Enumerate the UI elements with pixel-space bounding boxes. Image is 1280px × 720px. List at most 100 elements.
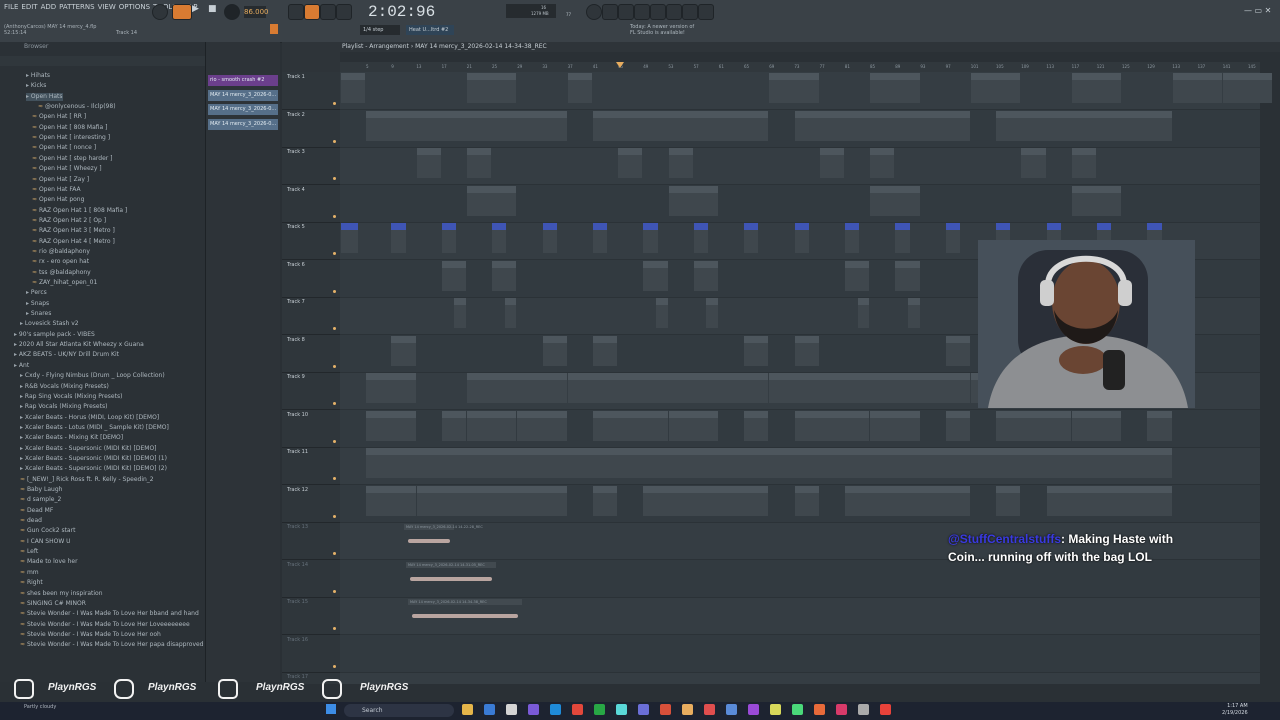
taskbar-app-icon[interactable] — [506, 704, 517, 715]
pattern-clip[interactable] — [794, 335, 819, 366]
browser-file[interactable]: ≈ Open Hat [ Zay ] — [32, 176, 89, 184]
pattern-clip[interactable] — [870, 185, 920, 216]
pattern-clip[interactable] — [542, 223, 557, 253]
browser-file[interactable]: ≈ Stevie Wonder - I Was Made To Love Her… — [20, 641, 205, 649]
close-icon[interactable] — [602, 4, 618, 20]
pattern-clip[interactable] — [416, 148, 441, 178]
wait-record-icon[interactable] — [304, 4, 320, 20]
pattern-clip[interactable] — [593, 485, 618, 516]
taskbar-search[interactable]: Search — [344, 704, 454, 717]
browser-file[interactable]: ≈ [_NEW!_] Rick Ross ft. R. Kelly - Spee… — [20, 476, 154, 484]
browser-tabs[interactable] — [0, 56, 205, 66]
track-header[interactable]: Track 9 — [282, 372, 340, 410]
browser-file[interactable]: ≈ Right — [20, 579, 43, 587]
pattern-clip[interactable] — [668, 410, 718, 441]
track-header[interactable]: Track 14 — [282, 560, 340, 598]
pattern-clip[interactable] — [492, 260, 517, 291]
track-mute-dot[interactable] — [333, 214, 336, 218]
pattern-clip[interactable] — [996, 110, 1172, 141]
pattern-clip[interactable] — [870, 148, 895, 178]
pattern-clip[interactable] — [769, 373, 970, 403]
track-header[interactable]: Track 7 — [282, 297, 340, 335]
track-mute-dot[interactable] — [333, 664, 336, 668]
track-mute-dot[interactable] — [333, 364, 336, 368]
timeline-ruler[interactable]: 5 9 13 17 21 25 29 33 37 41 45 49 53 57 61 65 69 73 77 81 85… — [340, 62, 1260, 72]
track-mute-dot[interactable] — [333, 439, 336, 443]
browser-file[interactable]: ≈ Made to love her — [20, 558, 78, 566]
mic-icon[interactable] — [650, 4, 666, 20]
browser-file[interactable]: ≈ mm — [20, 569, 39, 577]
pattern-clip[interactable] — [441, 410, 466, 441]
taskbar-app-icon[interactable] — [572, 704, 583, 715]
pattern-clip[interactable] — [1172, 73, 1222, 103]
help-icon[interactable] — [634, 4, 650, 20]
browser-file[interactable]: ≈ Open Hat [ 808 Mafia ] — [32, 124, 107, 132]
pattern-clip[interactable] — [567, 73, 592, 103]
taskbar-app-icon[interactable] — [770, 704, 781, 715]
browser-folder[interactable]: ▸ 90's sample pack - VIBES — [14, 331, 95, 339]
pattern-clip[interactable] — [794, 223, 809, 253]
track-header[interactable]: Track 13 — [282, 522, 340, 560]
pattern-clip[interactable] — [441, 260, 466, 291]
browser-folder[interactable]: ▸ AKZ BEATS - UK/NY Drill Drum Kit — [14, 351, 119, 359]
pattern-clip[interactable] — [794, 485, 819, 516]
tools-icon[interactable] — [618, 4, 634, 20]
browser-folder[interactable]: ▸ Xcaler Beats - Horus (MIDI, Loop Kit) … — [20, 414, 159, 422]
pattern-clip[interactable] — [542, 335, 567, 366]
pattern-clip[interactable] — [467, 185, 517, 216]
taskbar-app-icon[interactable] — [858, 704, 869, 715]
chat-icon[interactable] — [682, 4, 698, 20]
track-header[interactable]: Track 2 — [282, 110, 340, 148]
pattern-clip[interactable] — [819, 148, 844, 178]
browser-file[interactable]: ≈ RAZ Open Hat 2 [ Op ] — [32, 217, 106, 225]
track-mute-dot[interactable] — [333, 327, 336, 330]
taskbar-app-icon[interactable] — [704, 704, 715, 715]
track-header[interactable]: Track 16 — [282, 635, 340, 673]
window-controls[interactable]: — ▭ ✕ — [1244, 6, 1271, 15]
pattern-clip[interactable] — [668, 148, 693, 178]
browser-file[interactable]: ≈ Open Hat [ interesting ] — [32, 134, 110, 142]
pattern-clip[interactable] — [643, 260, 668, 291]
browser-file[interactable]: ≈ Stevie Wonder - I Was Made To Love Her… — [20, 610, 199, 618]
taskbar-app-icon[interactable] — [660, 704, 671, 715]
pattern-clip[interactable] — [643, 223, 658, 253]
browser-file[interactable]: ≈ @onlycenous - Ilclp(98) — [38, 103, 116, 111]
taskbar-app-icon[interactable] — [836, 704, 847, 715]
browser-file[interactable]: ≈ rio @baldaphony — [32, 248, 90, 256]
track-mute-dot[interactable] — [333, 177, 336, 180]
browser-folder[interactable]: ▸ Kicks — [26, 82, 46, 90]
browser-file[interactable]: ≈ Left — [20, 548, 38, 556]
speaker-icon[interactable] — [666, 4, 682, 20]
hint-field[interactable]: Heat U...ltrd #2 — [406, 25, 454, 35]
loop-record-icon[interactable] — [336, 4, 352, 20]
pattern-clip[interactable] — [945, 335, 970, 366]
track-mute-dot[interactable] — [333, 514, 336, 518]
pattern-clip[interactable] — [1046, 485, 1172, 516]
pattern-clip[interactable] — [593, 110, 769, 141]
track-mute-dot[interactable] — [333, 589, 336, 593]
pattern-clip[interactable] — [895, 260, 920, 291]
countdown-icon[interactable] — [320, 4, 336, 20]
browser-folder[interactable]: ▸ Rap Sing Vocals (Mixing Presets) — [20, 393, 122, 401]
pattern-clip[interactable] — [693, 223, 708, 253]
taskbar-app-icon[interactable] — [594, 704, 605, 715]
pattern-clip[interactable] — [1071, 185, 1122, 216]
pattern-clip[interactable] — [1021, 148, 1046, 178]
menu-file[interactable]: FILE — [4, 3, 18, 11]
browser-file[interactable]: ≈ RAZ Open Hat 1 [ 808 Mafia ] — [32, 207, 127, 215]
picker-clip[interactable]: MAY 14 mercy_3_2026-0... — [208, 89, 278, 101]
pattern-clip[interactable] — [744, 410, 769, 441]
pattern-clip[interactable] — [366, 410, 416, 441]
pattern-clip[interactable] — [416, 485, 567, 516]
browser-folder[interactable]: ▸ Ant — [14, 362, 29, 370]
browser-folder[interactable]: ▸ Xcaler Beats - Lotus (MIDI _ Sample Ki… — [20, 424, 169, 432]
pattern-clip[interactable] — [870, 410, 920, 441]
browser-file[interactable]: ≈ d sample_2 — [20, 496, 61, 504]
menu-edit[interactable]: EDIT — [21, 3, 37, 11]
taskbar-app-icon[interactable] — [550, 704, 561, 715]
pattern-clip[interactable] — [366, 373, 416, 403]
browser-file[interactable]: ≈ RAZ Open Hat 3 [ Metro ] — [32, 227, 115, 235]
track-header[interactable]: Track 1 — [282, 72, 340, 110]
pattern-clip[interactable] — [1147, 410, 1172, 441]
pattern-clip[interactable] — [618, 148, 643, 178]
